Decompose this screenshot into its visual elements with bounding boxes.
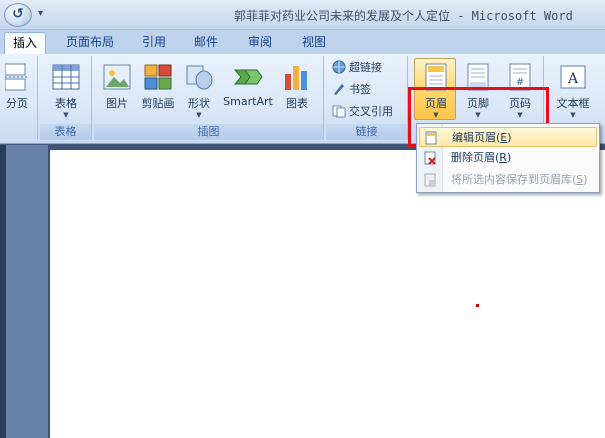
page-break-label: 分页 <box>6 97 28 110</box>
hyperlink-label: 超链接 <box>349 61 382 74</box>
edit-header-accel: E <box>500 131 508 144</box>
bookmark-button[interactable]: 书签 <box>332 82 371 98</box>
header-dropdown-menu: 编辑页眉(E) 删除页眉(R) 将所选内容保存到页眉库(S) <box>416 123 600 193</box>
svg-text:A: A <box>567 71 579 87</box>
picture-button[interactable]: 图片 <box>100 62 134 111</box>
office-button[interactable]: ↺ <box>4 3 32 27</box>
tab-page-layout[interactable]: 页面布局 <box>58 32 122 54</box>
hyperlink-button[interactable]: 超链接 <box>332 60 382 76</box>
smartart-label: SmartArt <box>223 95 273 108</box>
links-group-label: 链接 <box>326 124 407 140</box>
table-group: 表格 ▼ 表格 <box>40 56 92 140</box>
tab-view[interactable]: 视图 <box>294 32 334 54</box>
text-box-icon: A <box>560 65 586 89</box>
picture-icon <box>103 64 131 90</box>
table-button-label: 表格 <box>55 97 77 110</box>
links-group: 超链接 书签 交叉引用 链接 <box>326 56 408 140</box>
table-button[interactable]: 表格 ▼ <box>48 62 84 119</box>
smartart-button[interactable]: SmartArt <box>220 62 276 108</box>
clip-art-button[interactable]: 剪贴画 <box>138 62 178 111</box>
pages-group: 分页 <box>0 56 38 140</box>
menu-item-save-to-gallery: 将所选内容保存到页眉库(S) <box>419 170 597 190</box>
text-box-button[interactable]: A 文本框 ▼ <box>550 62 596 119</box>
page-break-icon <box>4 63 27 91</box>
cross-reference-button[interactable]: 交叉引用 <box>332 104 393 120</box>
illustrations-group: 图片 剪贴画 形状 ▼ SmartArt 图表 插图 <box>94 56 324 140</box>
tab-insert[interactable]: 插入 <box>4 32 47 54</box>
chart-icon <box>285 66 307 90</box>
shapes-icon <box>186 65 213 90</box>
smartart-icon <box>233 69 263 85</box>
save-to-gallery-accel: S <box>576 173 584 186</box>
remove-header-label: 删除页眉 <box>451 151 495 164</box>
cross-reference-label: 交叉引用 <box>349 105 393 118</box>
customize-toolbar-arrow-icon[interactable]: ▾ <box>38 8 43 19</box>
save-to-gallery-icon <box>423 173 437 187</box>
window-title: 郭菲菲对药业公司未来的发展及个人定位 - Microsoft Word <box>234 9 573 23</box>
cross-reference-icon <box>332 104 346 118</box>
tab-references[interactable]: 引用 <box>134 32 174 54</box>
save-to-gallery-label: 将所选内容保存到页眉库 <box>451 173 572 186</box>
shapes-button[interactable]: 形状 ▼ <box>182 62 216 119</box>
table-icon <box>52 64 80 90</box>
text-box-label: 文本框 <box>556 97 590 110</box>
vertical-ruler <box>6 145 48 438</box>
remove-header-icon <box>423 151 437 165</box>
edit-header-label: 编辑页眉 <box>452 131 496 144</box>
ribbon-tabs: 插入 页面布局 引用 邮件 审阅 视图 <box>0 30 605 54</box>
menu-item-edit-header[interactable]: 编辑页眉(E) <box>419 127 597 147</box>
edit-header-icon <box>424 131 438 145</box>
clip-art-label: 剪贴画 <box>141 97 175 110</box>
office-orb-icon: ↺ <box>12 6 24 22</box>
bookmark-icon <box>332 82 346 96</box>
table-group-label: 表格 <box>40 124 91 140</box>
remove-header-accel: R <box>499 151 507 164</box>
picture-label: 图片 <box>106 97 128 110</box>
tab-review[interactable]: 审阅 <box>240 32 280 54</box>
chart-button[interactable]: 图表 <box>280 62 314 111</box>
chevron-down-icon: ▼ <box>570 111 576 119</box>
illustrations-group-label: 插图 <box>94 124 323 140</box>
document-page[interactable] <box>50 150 605 438</box>
bookmark-label: 书签 <box>349 83 371 96</box>
menu-item-remove-header[interactable]: 删除页眉(R) <box>419 148 597 168</box>
clip-art-icon <box>144 64 172 90</box>
chevron-down-icon: ▼ <box>196 111 202 119</box>
shapes-label: 形状 <box>188 97 210 110</box>
page-break-button[interactable]: 分页 <box>0 62 34 111</box>
chart-label: 图表 <box>286 97 308 110</box>
tab-mailings[interactable]: 邮件 <box>186 32 226 54</box>
title-bar: ↺ ▾ 郭菲菲对药业公司未来的发展及个人定位 - Microsoft Word <box>0 0 605 30</box>
text-cursor-dot <box>476 304 479 307</box>
chevron-down-icon: ▼ <box>63 111 69 119</box>
globe-link-icon <box>332 60 346 74</box>
